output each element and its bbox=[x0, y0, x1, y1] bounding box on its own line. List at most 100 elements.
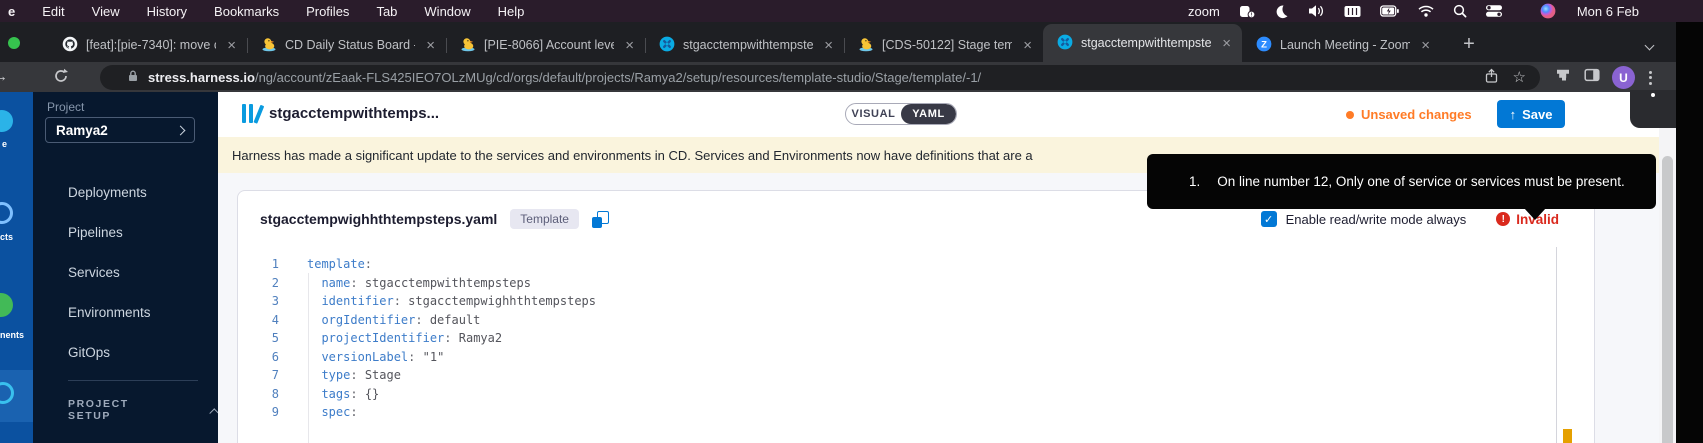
code-line-2[interactable]: 2 name: stgacctempwithtempsteps bbox=[238, 274, 1594, 293]
tooltip-message: On line number 12, Only one of service o… bbox=[1217, 174, 1624, 189]
browser-tab-1[interactable]: [feat]:[pie-7340]: move co× bbox=[48, 28, 247, 62]
siri-icon[interactable] bbox=[1540, 3, 1556, 19]
browser-tab-4[interactable]: stgacctempwithtempsteps × bbox=[645, 28, 844, 62]
rail-selected-module[interactable] bbox=[0, 370, 33, 422]
code-line-9[interactable]: 9 spec: bbox=[238, 403, 1594, 422]
close-icon[interactable]: × bbox=[622, 37, 637, 54]
menubar-item-tab[interactable]: Tab bbox=[376, 4, 397, 19]
module-icon-fragment bbox=[0, 110, 13, 132]
menubar-item-window[interactable]: Window bbox=[424, 4, 470, 19]
extensions-puzzle-icon[interactable] bbox=[1556, 67, 1572, 88]
duck-favicon-icon bbox=[460, 36, 476, 55]
visual-yaml-toggle: VISUAL YAML bbox=[845, 103, 957, 125]
sidebar-item-pipelines[interactable]: Pipelines bbox=[33, 212, 218, 252]
menubar-item-history[interactable]: History bbox=[147, 4, 187, 19]
tooltip-arrow bbox=[1524, 208, 1546, 220]
browser-tab-7[interactable]: ZLaunch Meeting - Zoom× bbox=[1242, 28, 1441, 62]
new-tab-button[interactable]: + bbox=[1456, 31, 1482, 57]
main-content: stgacctempwithtemps... VISUAL YAML Unsav… bbox=[218, 92, 1659, 443]
toggle-visual[interactable]: VISUAL bbox=[846, 104, 901, 124]
app-menu-fragment[interactable]: e bbox=[8, 4, 15, 19]
menubar-item-bookmarks[interactable]: Bookmarks bbox=[214, 4, 279, 19]
browser-tab-3[interactable]: [PIE-8066] Account level t × bbox=[446, 28, 645, 62]
overview-ruler-error-marker bbox=[1563, 429, 1572, 443]
svg-text:Z: Z bbox=[1261, 39, 1267, 50]
close-icon[interactable]: × bbox=[821, 37, 836, 54]
project-selector[interactable]: Ramya2 bbox=[45, 117, 195, 143]
arrow-up-icon: ↑ bbox=[1510, 107, 1517, 122]
sidebar-item-deployments[interactable]: Deployments bbox=[33, 172, 218, 212]
code-line-6[interactable]: 6 versionLabel: "1" bbox=[238, 348, 1594, 367]
close-icon[interactable]: × bbox=[1219, 35, 1234, 52]
close-icon[interactable]: × bbox=[1418, 37, 1433, 54]
reload-icon[interactable] bbox=[52, 67, 70, 90]
lock-icon bbox=[126, 69, 140, 86]
chevron-right-icon bbox=[176, 125, 186, 135]
menubar-status-icons: ! bbox=[1239, 3, 1556, 19]
code-line-4[interactable]: 4 orgIdentifier: default bbox=[238, 311, 1594, 330]
yaml-filename: stgacctempwighhthtempsteps.yaml bbox=[260, 211, 497, 227]
page-scrollbar-thumb[interactable] bbox=[1662, 156, 1673, 443]
rail-label-fragment: cts bbox=[0, 232, 13, 242]
keyboard-icon[interactable] bbox=[1344, 5, 1361, 18]
menubar-item-view[interactable]: View bbox=[92, 4, 120, 19]
module-nav-rail[interactable]: e cts nents bbox=[0, 92, 33, 443]
volume-icon[interactable] bbox=[1308, 4, 1325, 18]
close-icon[interactable]: × bbox=[224, 37, 239, 54]
zoom-menu-label[interactable]: zoom bbox=[1188, 4, 1220, 19]
profile-avatar[interactable]: U bbox=[1612, 66, 1635, 89]
yaml-editor[interactable]: 1template:2 name: stgacctempwithtempstep… bbox=[238, 247, 1594, 422]
code-line-1[interactable]: 1template: bbox=[238, 255, 1594, 274]
sidebar-item-services[interactable]: Services bbox=[33, 252, 218, 292]
moon-icon[interactable] bbox=[1274, 4, 1289, 19]
error-tooltip: 1. On line number 12, Only one of servic… bbox=[1147, 154, 1656, 209]
read-write-checkbox-row[interactable]: ✓ Enable read/write mode always bbox=[1261, 211, 1467, 227]
module-icon-fragment bbox=[0, 293, 13, 317]
window-control-green[interactable] bbox=[8, 37, 20, 49]
menubar-item-edit[interactable]: Edit bbox=[42, 4, 64, 19]
control-center-icon[interactable] bbox=[1486, 4, 1502, 18]
desktop-gap bbox=[1676, 22, 1703, 443]
duck-favicon-icon bbox=[858, 36, 874, 55]
tab-title: stgacctempwithtempsteps bbox=[683, 38, 813, 52]
forward-arrow-icon[interactable]: → bbox=[0, 68, 8, 85]
save-button[interactable]: ↑ Save bbox=[1497, 100, 1565, 128]
tab-title: [PIE-8066] Account level t bbox=[484, 38, 614, 52]
side-panel-icon[interactable] bbox=[1584, 67, 1600, 88]
menubar-item-profiles[interactable]: Profiles bbox=[306, 4, 349, 19]
code-line-3[interactable]: 3 identifier: stgacctempwighhthtempsteps bbox=[238, 292, 1594, 311]
close-icon[interactable]: × bbox=[1020, 37, 1035, 54]
menubar-item-help[interactable]: Help bbox=[498, 4, 525, 19]
share-icon[interactable] bbox=[1484, 68, 1499, 87]
toggle-yaml[interactable]: YAML bbox=[901, 104, 956, 124]
spotlight-icon[interactable] bbox=[1453, 4, 1467, 18]
harness-favicon-icon bbox=[659, 36, 675, 55]
sidebar-divider bbox=[68, 380, 198, 381]
menubar-clock[interactable]: Mon 6 Feb bbox=[1577, 4, 1639, 19]
yaml-card: stgacctempwighhthtempsteps.yaml Template… bbox=[237, 190, 1595, 443]
project-setup-section[interactable]: PROJECT SETUP bbox=[68, 398, 218, 422]
duck-favicon-icon bbox=[261, 36, 277, 55]
chrome-menu-kebab-icon[interactable] bbox=[1647, 69, 1654, 87]
sidebar-item-environments[interactable]: Environments bbox=[33, 292, 218, 332]
browser-tab-5[interactable]: [CDS-50122] Stage templa× bbox=[844, 28, 1043, 62]
code-line-8[interactable]: 8 tags: {} bbox=[238, 385, 1594, 404]
browser-tab-6-active[interactable]: stgacctempwithtempsteps× bbox=[1043, 24, 1242, 62]
close-icon[interactable]: × bbox=[423, 37, 438, 54]
github-favicon-icon bbox=[62, 36, 78, 55]
copy-icon[interactable] bbox=[592, 211, 609, 228]
sidebar-item-gitops[interactable]: GitOps bbox=[33, 332, 218, 372]
svg-text:!: ! bbox=[1250, 12, 1252, 18]
update-icon[interactable]: ! bbox=[1239, 4, 1255, 19]
code-line-5[interactable]: 5 projectIdentifier: Ramya2 bbox=[238, 329, 1594, 348]
bookmark-star-icon[interactable]: ☆ bbox=[1513, 70, 1526, 85]
screen: e Edit View History Bookmarks Profiles Tab Wind… bbox=[0, 0, 1703, 443]
wifi-icon[interactable] bbox=[1418, 5, 1434, 17]
checkbox-checked-icon[interactable]: ✓ bbox=[1261, 211, 1277, 227]
code-line-7[interactable]: 7 type: Stage bbox=[238, 366, 1594, 385]
browser-tab-2[interactable]: CD Daily Status Board - Ag× bbox=[247, 28, 446, 62]
menubar-menus: e Edit View History Bookmarks Profiles Tab Wind… bbox=[0, 4, 524, 19]
address-bar[interactable]: stress.harness.io/ng/account/zEaak-FLS42… bbox=[100, 65, 1540, 90]
battery-icon[interactable] bbox=[1380, 5, 1399, 17]
tab-search-chevron-icon[interactable] bbox=[1646, 36, 1653, 54]
